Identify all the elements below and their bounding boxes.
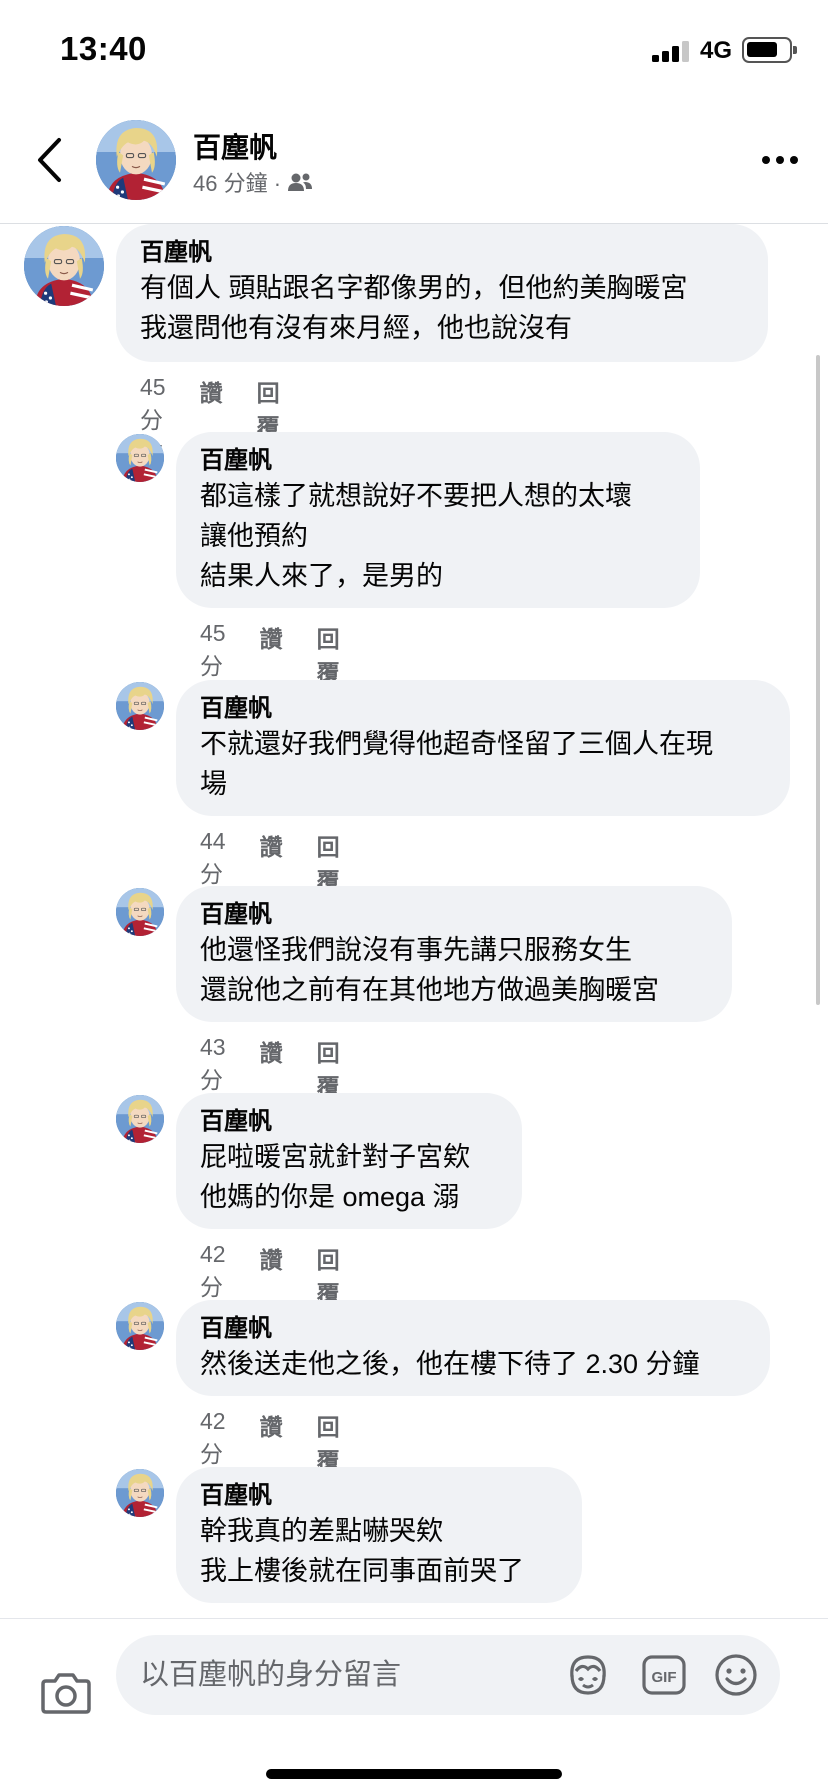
comment-avatar[interactable] [116,682,164,730]
comment-bubble[interactable]: 百塵帆 不就還好我們覺得他超奇怪留了三個人在現 場 [176,680,790,816]
emoji-button[interactable] [712,1651,760,1699]
scrollbar[interactable] [816,355,820,1005]
comment-author[interactable]: 百塵帆 [200,446,674,476]
comment-text: 屁啦暖宮就針對子宮欸 他媽的你是 omega 溺 [200,1142,470,1212]
comment-author[interactable]: 百塵帆 [200,694,764,724]
back-button[interactable] [24,130,74,190]
comment-avatar[interactable] [116,434,164,482]
more-options-button[interactable] [752,142,808,178]
comment-avatar[interactable] [116,1469,164,1517]
comment-bubble[interactable]: 百塵帆 幹我真的差點嚇哭欸 我上樓後就在同事面前哭了 [176,1467,582,1603]
comment-composer: GIF [0,1618,828,1792]
comment-author[interactable]: 百塵帆 [200,900,706,930]
comment-author[interactable]: 百塵帆 [200,1107,496,1137]
comment-bubble[interactable]: 百塵帆 屁啦暖宮就針對子宮欸 他媽的你是 omega 溺 [176,1093,522,1229]
gif-label: GIF [652,1669,677,1686]
comment-avatar[interactable] [24,226,104,306]
comment-text: 不就還好我們覺得他超奇怪留了三個人在現 場 [200,729,713,799]
comment-bubble[interactable]: 百塵帆 都這樣了就想說好不要把人想的太壞 讓他預約 結果人來了，是男的 [176,432,700,608]
header-meta: 46 分鐘 · [193,166,313,198]
more-dots-icon [762,156,798,164]
status-bar: 13:40 4G [0,0,828,100]
comment-avatar[interactable] [116,888,164,936]
comment-text: 然後送走他之後，他在樓下待了 2.30 分鐘 [200,1349,700,1379]
header-name[interactable]: 百塵帆 [193,126,277,166]
emoji-icon [715,1654,757,1696]
comment-bubble[interactable]: 百塵帆 然後送走他之後，他在樓下待了 2.30 分鐘 [176,1300,770,1396]
comment-author[interactable]: 百塵帆 [200,1314,744,1344]
post-time: 46 分鐘 · [193,171,282,196]
camera-button[interactable] [40,1669,92,1715]
comment-bubble[interactable]: 百塵帆 他還怪我們說沒有事先講只服務女生 還說他之前有在其他地方做過美胸暖宮 [176,886,732,1022]
comment-text: 幹我真的差點嚇哭欸 我上樓後就在同事面前哭了 [200,1516,524,1586]
avatar-sticker-button[interactable] [564,1651,612,1699]
camera-icon [41,1673,91,1714]
header-avatar[interactable] [96,120,176,200]
comment-text: 都這樣了就想說好不要把人想的太壞 讓他預約 結果人來了，是男的 [200,481,632,591]
gif-icon: GIF [642,1655,686,1695]
comment-input[interactable] [140,1653,560,1697]
post-header: 百塵帆 46 分鐘 · [0,100,828,224]
comment-input-wrapper: GIF [116,1635,780,1715]
signal-icon [652,40,692,62]
comment-author[interactable]: 百塵帆 [200,1481,556,1511]
comment-author[interactable]: 百塵帆 [140,238,742,268]
home-indicator[interactable] [266,1769,562,1779]
comment-text: 有個人 頭貼跟名字都像男的，但他約美胸暖宮 我還問他有沒有來月經，他也說沒有 [140,273,688,343]
comment-text: 他還怪我們說沒有事先講只服務女生 還說他之前有在其他地方做過美胸暖宮 [200,935,659,1005]
comment-bubble[interactable]: 百塵帆 有個人 頭貼跟名字都像男的，但他約美胸暖宮 我還問他有沒有來月經，他也說… [116,224,768,362]
comment-avatar[interactable] [116,1302,164,1350]
friends-icon [288,173,313,191]
gif-button[interactable]: GIF [640,1651,688,1699]
status-time: 13:40 [60,30,147,67]
battery-icon [742,37,797,63]
comment-avatar[interactable] [116,1095,164,1143]
avatar-sticker-icon [570,1655,606,1695]
network-label: 4G [700,37,733,64]
chevron-left-icon [38,138,61,182]
